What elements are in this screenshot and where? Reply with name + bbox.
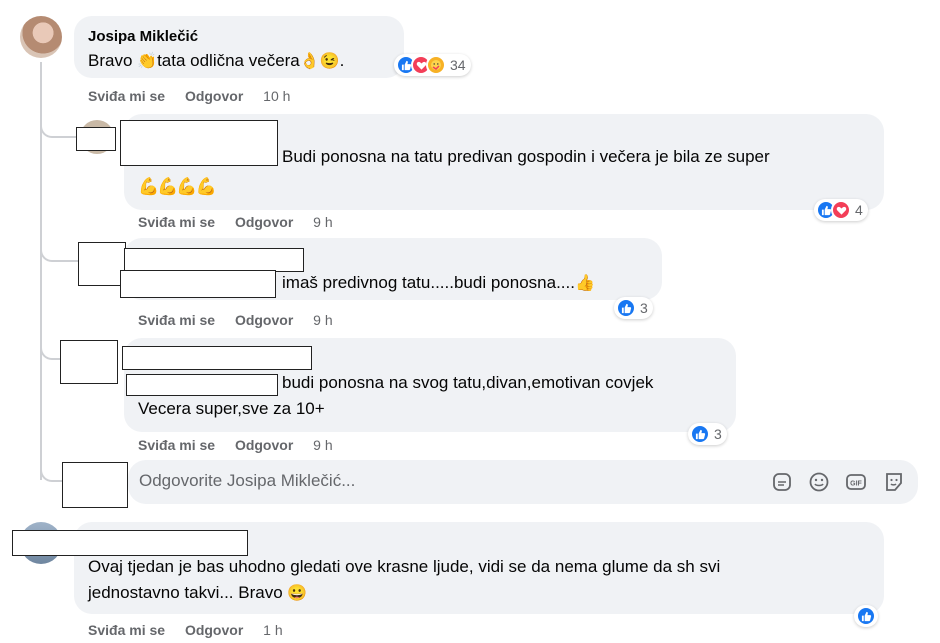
like-button[interactable]: Sviđa mi se xyxy=(138,214,215,230)
reaction-count: 3 xyxy=(714,426,722,442)
reply-button[interactable]: Odgovor xyxy=(235,214,293,230)
reply-button[interactable]: Odgovor xyxy=(185,88,243,104)
ok-hand-emoji: 👌 xyxy=(299,53,320,70)
wink-emoji: 😉 xyxy=(319,53,340,70)
reply-text: imaš predivnog tatu.....budi ponosna....… xyxy=(282,273,595,292)
redacted-author xyxy=(122,346,312,370)
reply-actions: Sviđa mi se Odgovor 9 h xyxy=(138,437,349,453)
redacted-avatar xyxy=(62,462,128,508)
redacted-avatar[interactable] xyxy=(60,340,118,384)
clap-emoji: 👏 xyxy=(137,53,158,70)
reaction-summary[interactable]: 3 xyxy=(688,423,727,445)
like-icon xyxy=(856,606,876,626)
comment-actions: Sviđa mi se Odgovor 10 h xyxy=(88,88,306,104)
redacted-avatar[interactable] xyxy=(78,242,126,286)
like-button[interactable]: Sviđa mi se xyxy=(88,88,165,104)
reaction-summary[interactable]: 4 xyxy=(814,199,868,221)
comment-text-line2: jednostavno takvi... Bravo 😀 xyxy=(88,583,308,602)
reply-actions: Sviđa mi se Odgovor 9 h xyxy=(138,214,349,230)
reaction-summary[interactable]: 34 xyxy=(394,54,471,76)
like-button[interactable]: Sviđa mi se xyxy=(138,437,215,453)
thread-branch xyxy=(40,110,78,138)
grinning-emoji: 😀 xyxy=(287,585,308,602)
reply-text: Budi ponosna na tatu predivan gospodin i… xyxy=(282,147,770,166)
love-icon xyxy=(831,200,851,220)
reply-text-line2: Vecera super,sve za 10+ xyxy=(138,399,325,418)
like-button[interactable]: Sviđa mi se xyxy=(138,312,215,328)
reply-text: budi ponosna na svog tatu,divan,emotivan… xyxy=(282,373,654,392)
redacted-author-line2 xyxy=(126,374,278,396)
redacted-author-line2 xyxy=(120,270,276,298)
comment-text: Ovaj tjedan je bas uhodno gledati ove kr… xyxy=(88,557,721,576)
sticker-smile-icon[interactable] xyxy=(882,470,906,494)
timestamp[interactable]: 9 h xyxy=(313,437,332,453)
sticker-icon[interactable] xyxy=(770,470,794,494)
like-icon xyxy=(690,424,710,444)
like-button[interactable]: Sviđa mi se xyxy=(88,622,165,638)
thread-branch xyxy=(40,240,78,262)
reply-button[interactable]: Odgovor xyxy=(235,312,293,328)
timestamp[interactable]: 1 h xyxy=(263,622,282,638)
thread-branch xyxy=(40,340,62,360)
redacted-avatar xyxy=(76,127,116,151)
redacted-author xyxy=(120,120,278,166)
avatar[interactable] xyxy=(20,16,62,58)
care-icon xyxy=(426,55,446,75)
comment-text: Bravo 👏tata odlična večera👌😉. xyxy=(88,51,345,70)
reaction-count: 4 xyxy=(855,202,863,218)
reply-placeholder: Odgovorite Josipa Miklečić... xyxy=(139,471,356,490)
comment-bubble: Josipa Miklečić Bravo 👏tata odlična veče… xyxy=(74,16,404,78)
timestamp[interactable]: 9 h xyxy=(313,312,332,328)
reaction-summary[interactable]: 3 xyxy=(614,297,653,319)
reply-button[interactable]: Odgovor xyxy=(185,622,243,638)
reply-actions: Sviđa mi se Odgovor 9 h xyxy=(138,312,349,328)
svg-text:GIF: GIF xyxy=(850,481,862,488)
timestamp[interactable]: 10 h xyxy=(263,88,290,104)
redacted-author xyxy=(12,530,248,556)
emoji-icon[interactable] xyxy=(807,470,831,494)
comment-actions: Sviđa mi se Odgovor 1 h xyxy=(88,622,299,638)
like-icon xyxy=(616,298,636,318)
reaction-count: 3 xyxy=(640,300,648,316)
reaction-summary[interactable] xyxy=(854,605,878,627)
timestamp[interactable]: 9 h xyxy=(313,214,332,230)
thumbs-up-emoji: 👍 xyxy=(574,275,595,292)
redacted-author xyxy=(124,248,304,272)
gif-icon[interactable]: GIF xyxy=(844,470,868,494)
reply-button[interactable]: Odgovor xyxy=(235,437,293,453)
comment-author[interactable]: Josipa Miklečić xyxy=(88,28,198,45)
reaction-count: 34 xyxy=(450,57,466,73)
flexed-biceps-emoji: 💪💪💪💪 xyxy=(138,177,217,196)
reply-input[interactable]: Odgovorite Josipa Miklečić... GIF xyxy=(128,460,918,504)
